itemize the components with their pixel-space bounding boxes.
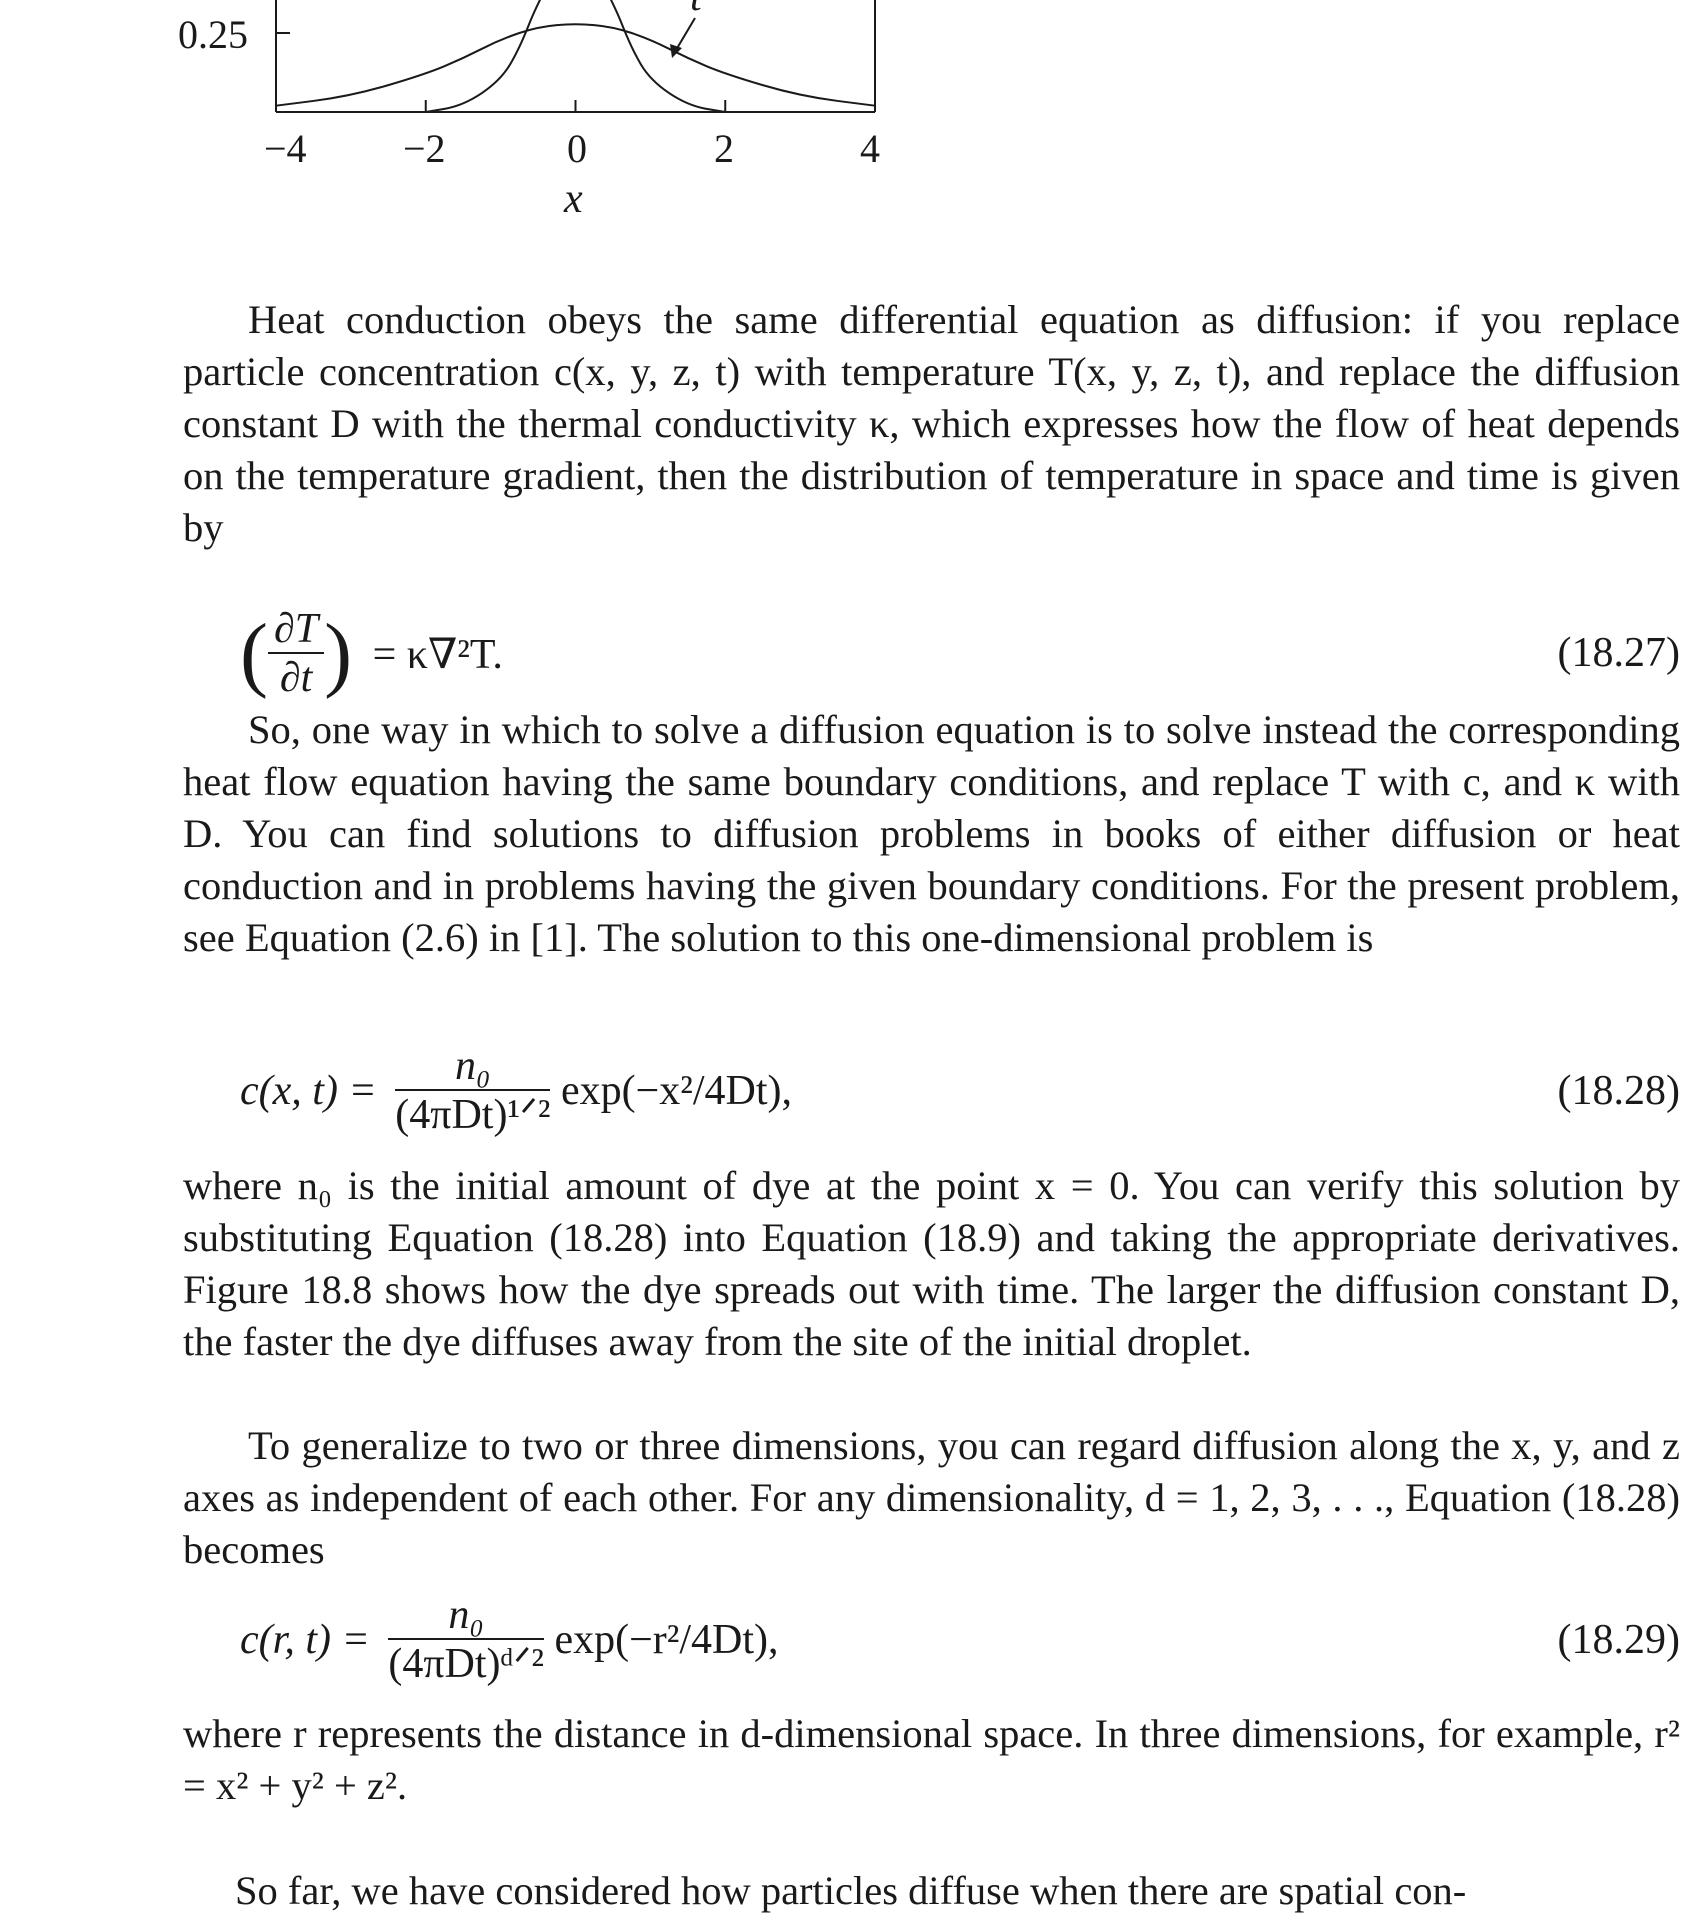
right-paren: )	[324, 607, 353, 700]
x-tick-label: 4	[860, 126, 880, 171]
paragraph-spatial: So far, we have considered how particles…	[235, 1868, 1467, 1913]
curve-label-arrowhead	[670, 44, 682, 58]
paragraph-solution-method: So, one way in which to solve a diffusio…	[183, 704, 1680, 964]
equation-18-28: c(x, t) = n₀ (4πDt)¹ᐟ² exp(−x²/4Dt), (18.…	[0, 1043, 1682, 1138]
left-paren: (	[240, 607, 268, 700]
equation-lhs: c(x, t) =	[240, 1068, 377, 1114]
x-tick-label: −4	[264, 126, 307, 171]
equation-number: (18.27)	[1557, 630, 1680, 676]
equation-rhs: = κ∇²T.	[372, 631, 503, 678]
fraction-numerator: n₀	[388, 1592, 544, 1640]
paragraph-heat-conduction: Heat conduction obeys the same different…	[183, 294, 1680, 554]
x-tick-label: −2	[403, 126, 446, 171]
x-tick-label: 0	[567, 126, 587, 171]
curve-label-arrow	[675, 17, 696, 51]
paragraph-generalize: To generalize to two or three dimensions…	[183, 1420, 1680, 1576]
x-axis-title: x	[564, 176, 583, 222]
diffusion-figure	[275, 0, 876, 113]
paragraph-text: where r represents the distance in d-dim…	[183, 1711, 1680, 1808]
x-tick-label: 2	[714, 126, 734, 171]
equation-rhs: exp(−x²/4Dt),	[560, 1068, 792, 1114]
equation-rhs: exp(−r²/4Dt),	[554, 1617, 779, 1663]
curve-label: t	[690, 0, 702, 18]
equation-lhs: c(r, t) =	[240, 1617, 370, 1663]
paragraph-text: where n₀ is the initial amount of dye at…	[183, 1163, 1680, 1364]
paragraph-distance: where r represents the distance in d-dim…	[183, 1708, 1680, 1812]
paragraph-text: To generalize to two or three dimensions…	[183, 1423, 1680, 1572]
fraction-denominator: (4πDt)ᵈᐟ²	[388, 1641, 544, 1687]
gaussian-prefactor-fraction: n₀ (4πDt)¹ᐟ²	[395, 1043, 551, 1139]
equation-18-29: c(r, t) = n₀ (4πDt)ᵈᐟ² exp(−r²/4Dt), (18.…	[0, 1592, 1682, 1687]
fraction-denominator: ∂t	[279, 654, 313, 701]
equation-number: (18.28)	[1557, 1068, 1680, 1114]
paragraph-text: So, one way in which to solve a diffusio…	[183, 707, 1680, 960]
paragraph-text: Heat conduction obeys the same different…	[183, 297, 1680, 550]
fraction-denominator: (4πDt)¹ᐟ²	[395, 1092, 551, 1138]
fraction-numerator: n₀	[395, 1043, 551, 1091]
gaussian-prefactor-fraction: n₀ (4πDt)ᵈᐟ²	[388, 1592, 544, 1688]
partial-derivative-fraction: ∂T ∂t	[267, 606, 325, 702]
y-tick-label: 0.25	[178, 12, 248, 57]
paragraph-verification: where n₀ is the initial amount of dye at…	[183, 1160, 1680, 1368]
fraction-numerator: ∂T	[267, 606, 325, 654]
concentration-curve-1	[275, 23, 876, 107]
equation-number: (18.29)	[1557, 1617, 1680, 1663]
concentration-curve-2	[425, 0, 726, 113]
equation-18-27: (∂T ∂t) = κ∇²T. (18.27)	[0, 605, 1682, 701]
plot-area	[275, 0, 876, 113]
